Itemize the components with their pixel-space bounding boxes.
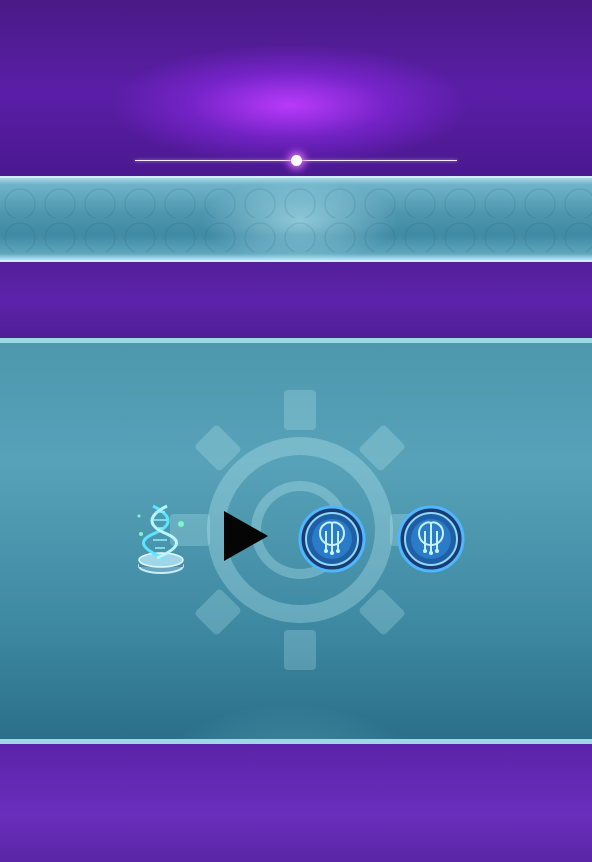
play-arrow-icon [224,511,268,561]
circuit-chip-icon[interactable] [397,505,465,573]
dna-helix-icon[interactable] [133,500,187,578]
hex-pattern [0,184,592,254]
slider-thumb[interactable] [291,155,302,166]
middle-band [0,262,592,340]
bottom-background [0,744,592,862]
title-bar [0,176,592,262]
circuit-chip-icon[interactable] [298,505,366,573]
top-background [0,0,592,178]
